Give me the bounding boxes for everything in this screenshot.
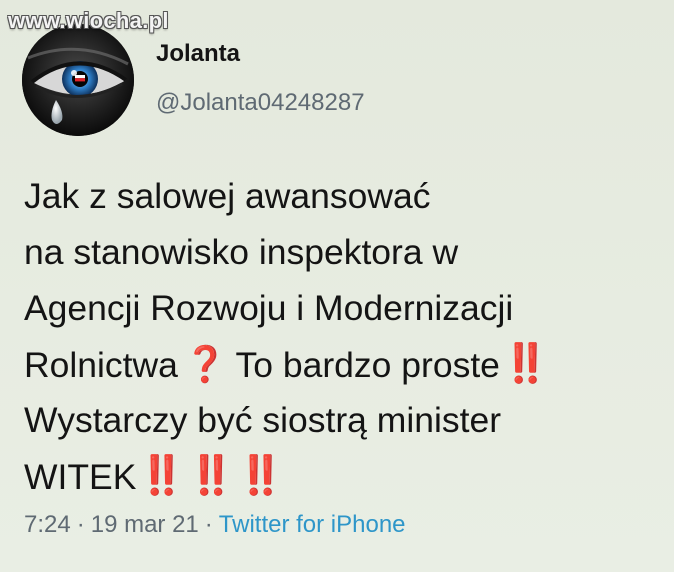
crying-eye-avatar-icon (22, 24, 134, 136)
tweet-line-text: WITEK (24, 457, 137, 497)
watermark: www.wiocha.pl (8, 8, 169, 33)
tweet-line-text: To bardzo proste (235, 345, 500, 385)
tweet-line: na stanowisko inspektora w (24, 232, 459, 272)
double-exclamation-emoji-icon: ‼️ (187, 453, 235, 497)
tweet-line: Jak z salowej awansować (24, 176, 431, 216)
tweet-text: Jak z salowej awansować na stanowisko in… (24, 168, 660, 504)
tweet-meta: 7:24 · 19 mar 21 · Twitter for iPhone (24, 511, 406, 539)
tweet-time[interactable]: 7:24 (24, 511, 71, 538)
tweet-line-text: Rolnictwa (24, 345, 178, 385)
author-handle[interactable]: @Jolanta04248287 (156, 89, 365, 117)
double-exclamation-emoji-icon: ‼️ (501, 341, 549, 385)
tweet-line: WITEK‼️ ‼️ ‼️ (24, 448, 660, 504)
tweet-line: Wystarczy być siostrą minister (24, 400, 502, 440)
tweet-line: Rolnictwa ❓ To bardzo proste‼️ (24, 336, 660, 392)
tweet-date[interactable]: 19 mar 21 (91, 511, 199, 538)
tweet-line: Agencji Rozwoju i Modernizacji (24, 288, 514, 328)
question-mark-emoji-icon: ❓ (183, 345, 228, 385)
tweet-screenshot: www.wiocha.pl Jolanta @Jolanta04248287 J… (0, 0, 674, 572)
author-name[interactable]: Jolanta (156, 40, 240, 68)
tweet-source-link[interactable]: Twitter for iPhone (219, 511, 406, 538)
avatar[interactable] (22, 24, 134, 136)
double-exclamation-emoji-icon: ‼️ (138, 453, 185, 497)
separator: · (204, 511, 213, 538)
double-exclamation-emoji-icon: ‼️ (237, 453, 284, 497)
separator: · (76, 511, 85, 538)
